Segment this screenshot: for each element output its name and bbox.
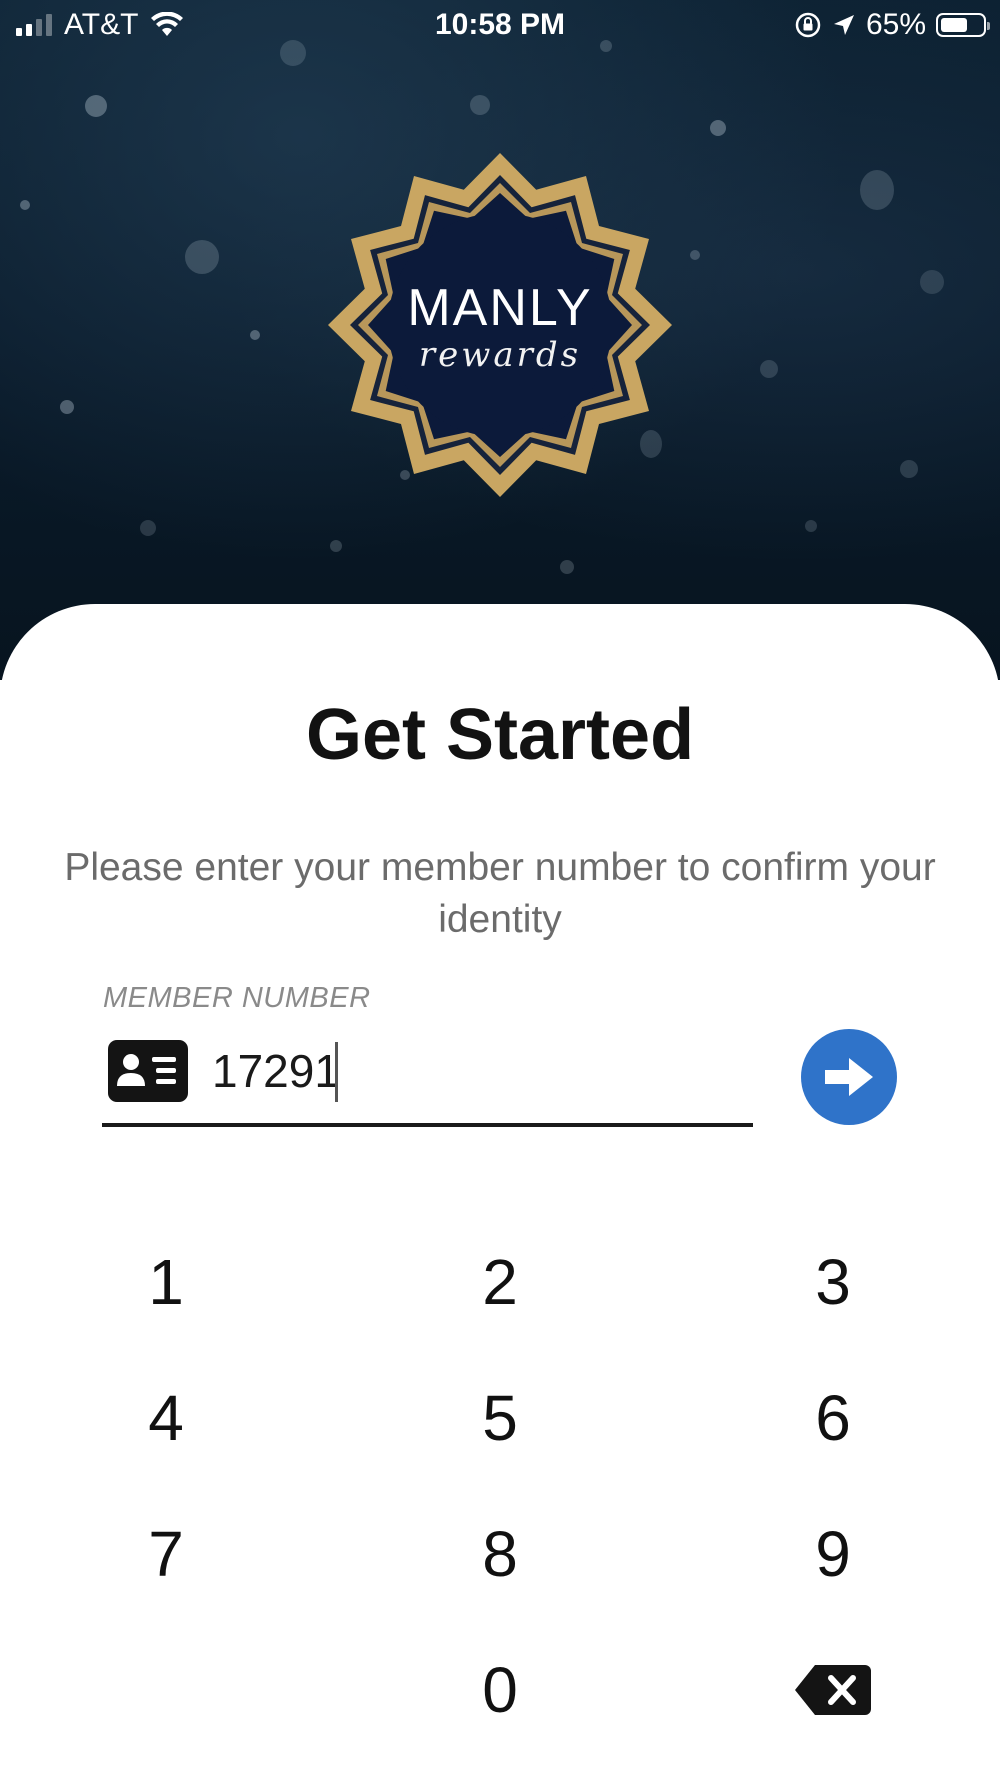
member-number-label: MEMBER NUMBER bbox=[103, 982, 371, 1014]
key-1[interactable]: 1 bbox=[56, 1232, 276, 1332]
arrow-right-icon bbox=[825, 1058, 873, 1096]
key-4[interactable]: 4 bbox=[56, 1368, 276, 1468]
logo-tagline-text: rewards bbox=[418, 335, 582, 375]
member-number-underline bbox=[102, 1123, 753, 1127]
numeric-keypad: 1 2 3 4 5 6 7 8 9 0 bbox=[0, 1232, 1000, 1778]
text-caret bbox=[335, 1042, 338, 1102]
member-number-input[interactable] bbox=[212, 1038, 732, 1104]
submit-button[interactable] bbox=[801, 1029, 897, 1125]
battery-icon bbox=[936, 13, 990, 37]
location-arrow-icon bbox=[833, 15, 854, 35]
logo-brand-text: MANLY bbox=[407, 279, 593, 337]
orientation-lock-icon bbox=[795, 12, 821, 38]
key-2[interactable]: 2 bbox=[390, 1232, 610, 1332]
backspace-button[interactable] bbox=[723, 1640, 943, 1740]
backspace-icon bbox=[795, 1665, 871, 1715]
page-subtitle: Please enter your member number to confi… bbox=[64, 846, 936, 941]
page-title: Get Started bbox=[305, 695, 695, 775]
key-6[interactable]: 6 bbox=[723, 1368, 943, 1468]
status-bar: AT&T 10:58 PM 65% bbox=[0, 0, 1000, 52]
key-5[interactable]: 5 bbox=[390, 1368, 610, 1468]
key-0[interactable]: 0 bbox=[390, 1640, 610, 1740]
key-3[interactable]: 3 bbox=[723, 1232, 943, 1332]
id-card-icon bbox=[108, 1040, 188, 1102]
battery-percent: 65% bbox=[865, 8, 926, 41]
key-9[interactable]: 9 bbox=[723, 1504, 943, 1604]
manly-rewards-logo: MANLY rewards bbox=[325, 150, 675, 500]
key-7[interactable]: 7 bbox=[56, 1504, 276, 1604]
key-8[interactable]: 8 bbox=[390, 1504, 610, 1604]
